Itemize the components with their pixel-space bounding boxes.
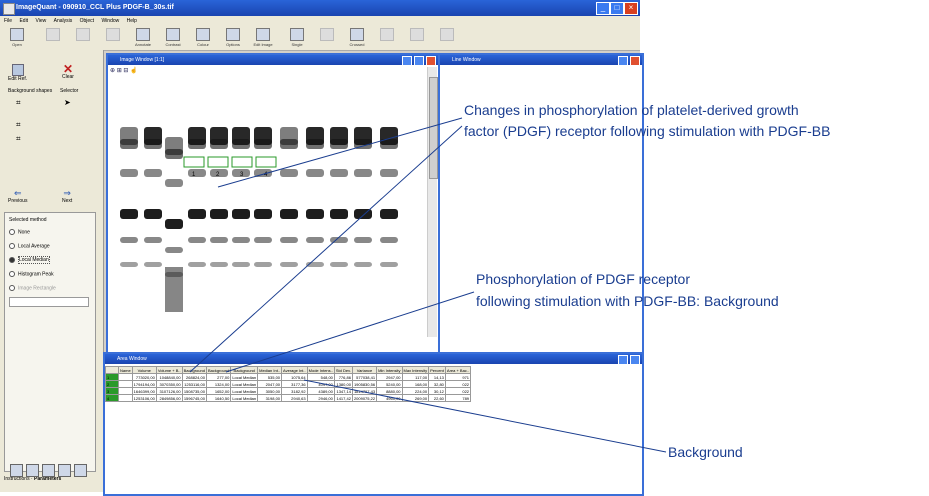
annotation-line <box>217 117 463 188</box>
annotation-lines <box>189 117 667 453</box>
annotation-line <box>189 125 463 373</box>
annotation-line <box>225 291 475 373</box>
annotation-line <box>303 379 667 453</box>
